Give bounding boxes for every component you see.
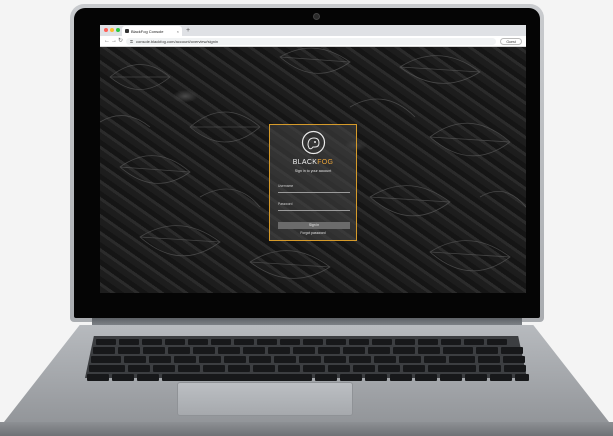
keyboard-keys — [87, 339, 529, 381]
laptop-front-edge — [0, 422, 613, 436]
touchpad[interactable] — [177, 382, 353, 416]
